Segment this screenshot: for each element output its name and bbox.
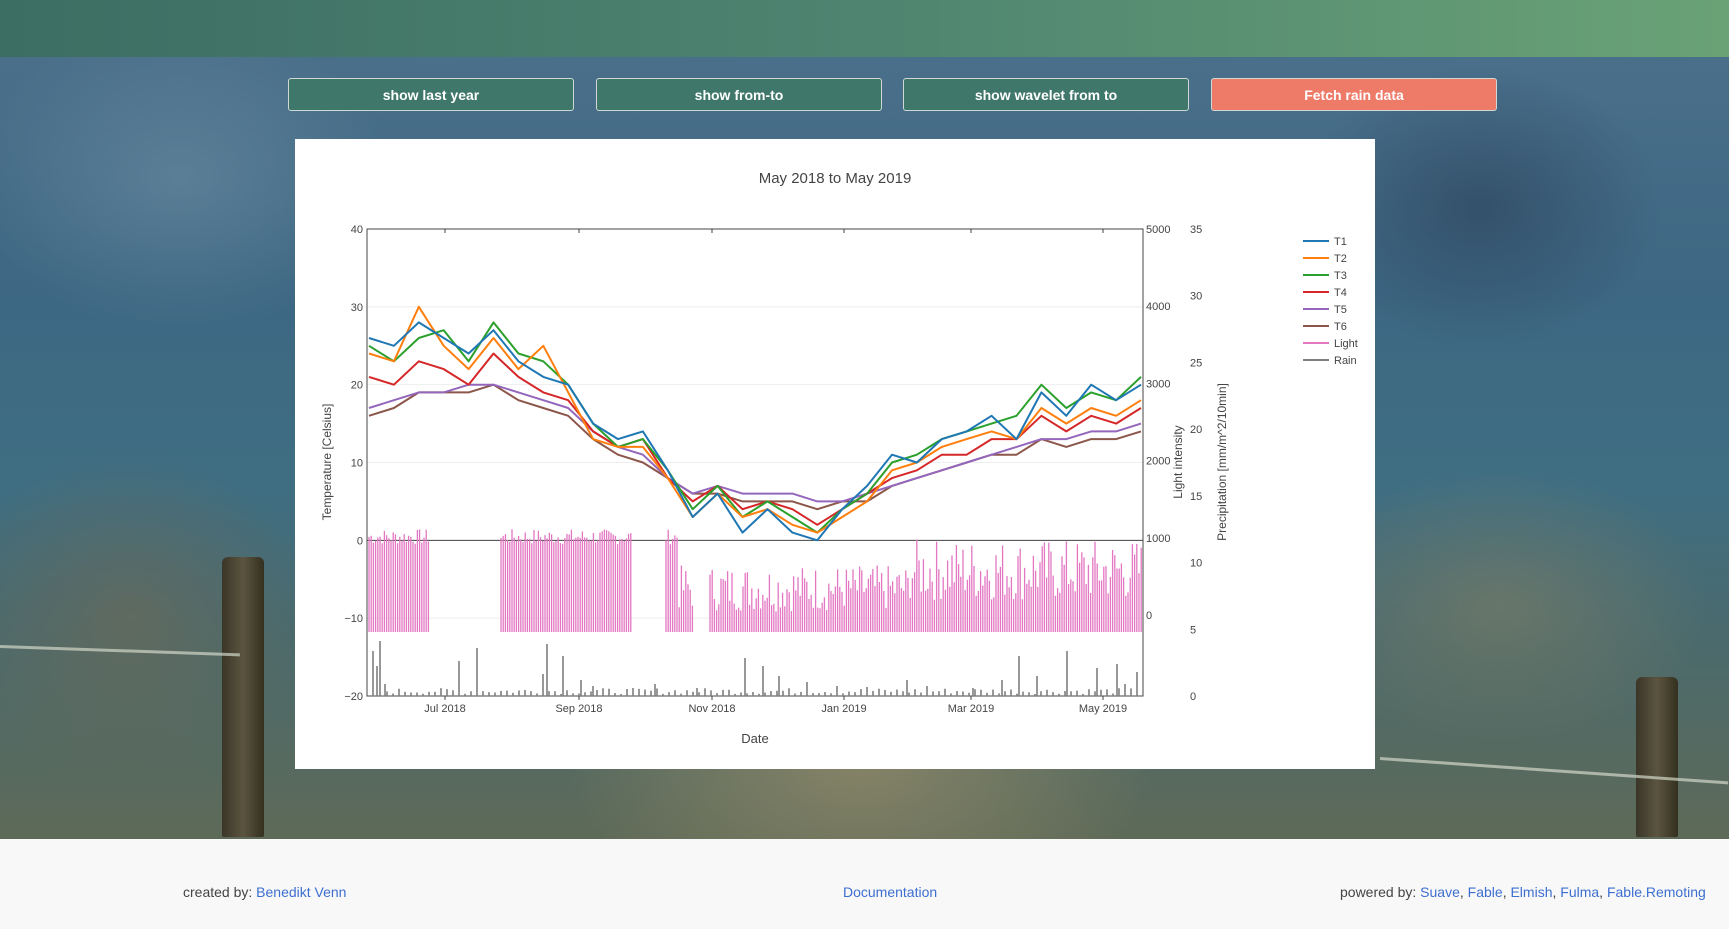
powered-link-fable[interactable]: Fable	[1468, 884, 1503, 900]
series-t2-line	[368, 305, 1142, 534]
y-light-axis-label: Light intensity	[1171, 425, 1185, 498]
powered-link-elmish[interactable]: Elmish	[1510, 884, 1552, 900]
series-rain-line	[372, 641, 1138, 696]
y-rain-tick-label: 20	[1190, 424, 1202, 436]
y-left-axis-label: Temperature [Celsius]	[320, 404, 334, 521]
series-t5-line	[368, 383, 1142, 503]
show-from-to-button[interactable]: show from-to	[596, 78, 882, 111]
y-left-tick-label: 0	[357, 535, 363, 547]
y-light-tick-label: 0	[1146, 610, 1152, 622]
footer: created by: Benedikt Venn Documentation …	[0, 839, 1729, 929]
y-light-tick-label: 1000	[1146, 533, 1170, 545]
y-rain-tick-label: 15	[1190, 491, 1202, 503]
chart-title: May 2018 to May 2019	[759, 170, 912, 187]
y-rain-tick-label: 10	[1190, 558, 1202, 570]
fetch-rain-data-button[interactable]: Fetch rain data	[1211, 78, 1497, 111]
y-left-tick-label: 10	[351, 458, 363, 470]
y-rain-tick-label: 35	[1190, 224, 1202, 236]
x-tick-label: Nov 2018	[688, 703, 735, 715]
show-wavelet-button[interactable]: show wavelet from to	[903, 78, 1189, 111]
y-left-tick-label: 30	[351, 302, 363, 314]
chart-card: May 2018 to May 2019 40 30 20 10 0 −10 −20 5000 4…	[295, 139, 1375, 769]
series-light-line	[368, 529, 1142, 632]
legend-item-t3: T3	[1334, 270, 1347, 282]
show-last-year-button[interactable]: show last year	[288, 78, 574, 111]
y-light-tick-label: 5000	[1146, 224, 1170, 236]
y-rain-tick-label: 5	[1190, 624, 1196, 636]
y-rain-axis-label: Precipitation [mm/m^2/10min]	[1215, 383, 1229, 541]
x-tick-label: May 2019	[1079, 703, 1127, 715]
legend-item-t1: T1	[1334, 236, 1347, 248]
powered-by: powered by: Suave, Fable, Elmish, Fulma,…	[1340, 884, 1706, 900]
wooden-post-right	[1636, 677, 1678, 837]
y-rain-tick-label: 0	[1190, 691, 1196, 703]
x-tick-label: Jul 2018	[424, 703, 466, 715]
created-by-label: created by:	[183, 884, 257, 900]
x-axis-label: Date	[741, 731, 768, 746]
series-t4-line	[368, 352, 1142, 526]
x-tick-label: Mar 2019	[948, 703, 994, 715]
rope-left	[0, 645, 240, 657]
author-link[interactable]: Benedikt Venn	[256, 884, 346, 900]
top-header-bar	[0, 0, 1729, 57]
wooden-post-left	[222, 557, 264, 837]
documentation-link[interactable]: Documentation	[843, 884, 937, 900]
powered-link-suave[interactable]: Suave	[1420, 884, 1460, 900]
legend-item-rain: Rain	[1334, 355, 1357, 367]
legend-item-t6: T6	[1334, 321, 1347, 333]
powered-by-label: powered by:	[1340, 884, 1421, 900]
legend-item-light: Light	[1334, 338, 1358, 350]
y-rain-tick-label: 30	[1190, 291, 1202, 303]
legend-item-t2: T2	[1334, 253, 1347, 265]
y-light-tick-label: 4000	[1146, 301, 1170, 313]
x-tick-label: Sep 2018	[555, 703, 602, 715]
y-light-tick-label: 3000	[1146, 378, 1170, 390]
x-tick-label: Jan 2019	[821, 703, 866, 715]
powered-link-fable-remoting[interactable]: Fable.Remoting	[1607, 884, 1706, 900]
time-series-chart[interactable]: May 2018 to May 2019 40 30 20 10 0 −10 −20 5000 4…	[295, 139, 1375, 769]
legend-item-t5: T5	[1334, 304, 1347, 316]
y-left-tick-label: 20	[351, 380, 363, 392]
created-by: created by: Benedikt Venn	[183, 884, 346, 900]
y-rain-tick-label: 25	[1190, 357, 1202, 369]
legend-item-t4: T4	[1334, 287, 1347, 299]
y-left-tick-label: −20	[344, 691, 363, 703]
y-left-tick-label: 40	[351, 224, 363, 236]
y-left-tick-label: −10	[344, 613, 363, 625]
documentation: Documentation	[843, 884, 937, 900]
powered-link-fulma[interactable]: Fulma	[1560, 884, 1599, 900]
y-light-tick-label: 2000	[1146, 456, 1170, 468]
